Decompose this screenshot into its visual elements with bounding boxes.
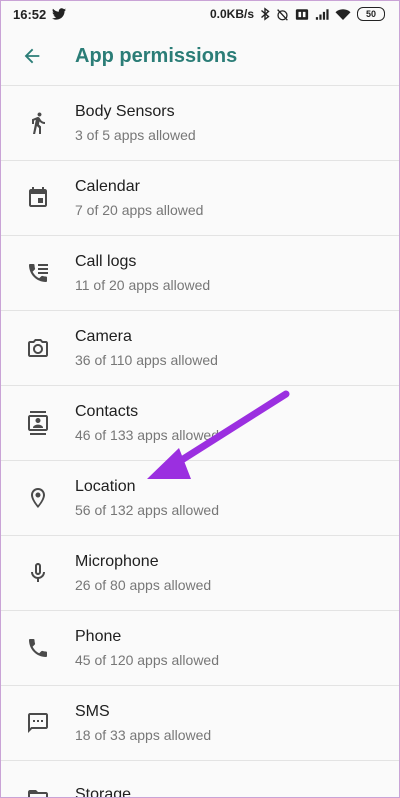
permission-item-storage[interactable]: Storage xyxy=(1,761,399,798)
permission-label: Call logs xyxy=(75,253,137,270)
battery-indicator: 50 xyxy=(357,7,385,21)
permission-label: Body Sensors xyxy=(75,103,175,120)
arrow-back-icon xyxy=(24,48,40,64)
permission-label: Microphone xyxy=(75,553,159,570)
status-right: 0.0KB/s 50 xyxy=(210,7,385,21)
storage-icon xyxy=(28,790,48,797)
sim-icon xyxy=(295,8,309,20)
permission-item-location[interactable]: Location 56 of 132 apps allowed xyxy=(1,461,399,536)
permission-summary: 26 of 80 apps allowed xyxy=(75,577,212,593)
permission-summary: 56 of 132 apps allowed xyxy=(75,502,219,518)
permission-label: Calendar xyxy=(75,178,140,195)
permission-label: SMS xyxy=(75,703,110,720)
screen: 16:52 0.0KB/s 50 App permissions Body Se… xyxy=(0,0,400,798)
signal-icon xyxy=(315,8,329,20)
permission-item-calendar[interactable]: Calendar 7 of 20 apps allowed xyxy=(1,161,399,236)
permission-summary: 46 of 133 apps allowed xyxy=(75,427,219,443)
status-bar: 16:52 0.0KB/s 50 xyxy=(1,1,399,27)
permission-label: Camera xyxy=(75,328,132,345)
permission-label: Location xyxy=(75,478,136,495)
call-logs-icon xyxy=(29,264,48,282)
sms-icon xyxy=(28,713,48,733)
calendar-icon xyxy=(29,187,47,207)
permission-summary: 45 of 120 apps allowed xyxy=(75,652,219,668)
alarm-off-icon xyxy=(277,8,288,21)
permission-item-microphone[interactable]: Microphone 26 of 80 apps allowed xyxy=(1,536,399,611)
permission-label: Contacts xyxy=(75,403,139,420)
app-bar: App permissions xyxy=(1,27,399,86)
permission-summary: 18 of 33 apps allowed xyxy=(75,727,212,743)
permission-label: Storage xyxy=(75,786,132,798)
permission-item-phone[interactable]: Phone 45 of 120 apps allowed xyxy=(1,611,399,686)
permission-summary: 7 of 20 apps allowed xyxy=(75,202,204,218)
permission-item-camera[interactable]: Camera 36 of 110 apps allowed xyxy=(1,311,399,386)
page-title: App permissions xyxy=(75,44,238,67)
back-button[interactable] xyxy=(15,39,49,73)
permission-summary: 3 of 5 apps allowed xyxy=(75,127,196,143)
location-icon xyxy=(31,488,45,508)
twitter-icon xyxy=(52,8,67,20)
permission-item-contacts[interactable]: Contacts 46 of 133 apps allowed xyxy=(1,386,399,461)
phone-icon xyxy=(29,639,47,657)
permission-summary: 36 of 110 apps allowed xyxy=(75,352,218,368)
permission-summary: 11 of 20 apps allowed xyxy=(75,277,211,293)
status-time: 16:52 xyxy=(13,6,47,22)
permission-item-call-logs[interactable]: Call logs 11 of 20 apps allowed xyxy=(1,236,399,311)
microphone-icon xyxy=(31,563,45,582)
permission-item-sms[interactable]: SMS 18 of 33 apps allowed xyxy=(1,686,399,761)
net-speed: 0.0KB/s xyxy=(209,7,254,21)
permission-list: Body Sensors 3 of 5 apps allowed Calenda… xyxy=(1,86,399,798)
permission-label: Phone xyxy=(75,628,122,645)
contacts-icon xyxy=(28,411,48,435)
permission-item-body-sensors[interactable]: Body Sensors 3 of 5 apps allowed xyxy=(1,86,399,161)
bluetooth-icon xyxy=(261,7,270,21)
status-left: 16:52 xyxy=(13,6,67,22)
wifi-icon xyxy=(335,8,351,20)
body-sensors-icon xyxy=(32,112,45,134)
camera-icon xyxy=(28,339,48,357)
